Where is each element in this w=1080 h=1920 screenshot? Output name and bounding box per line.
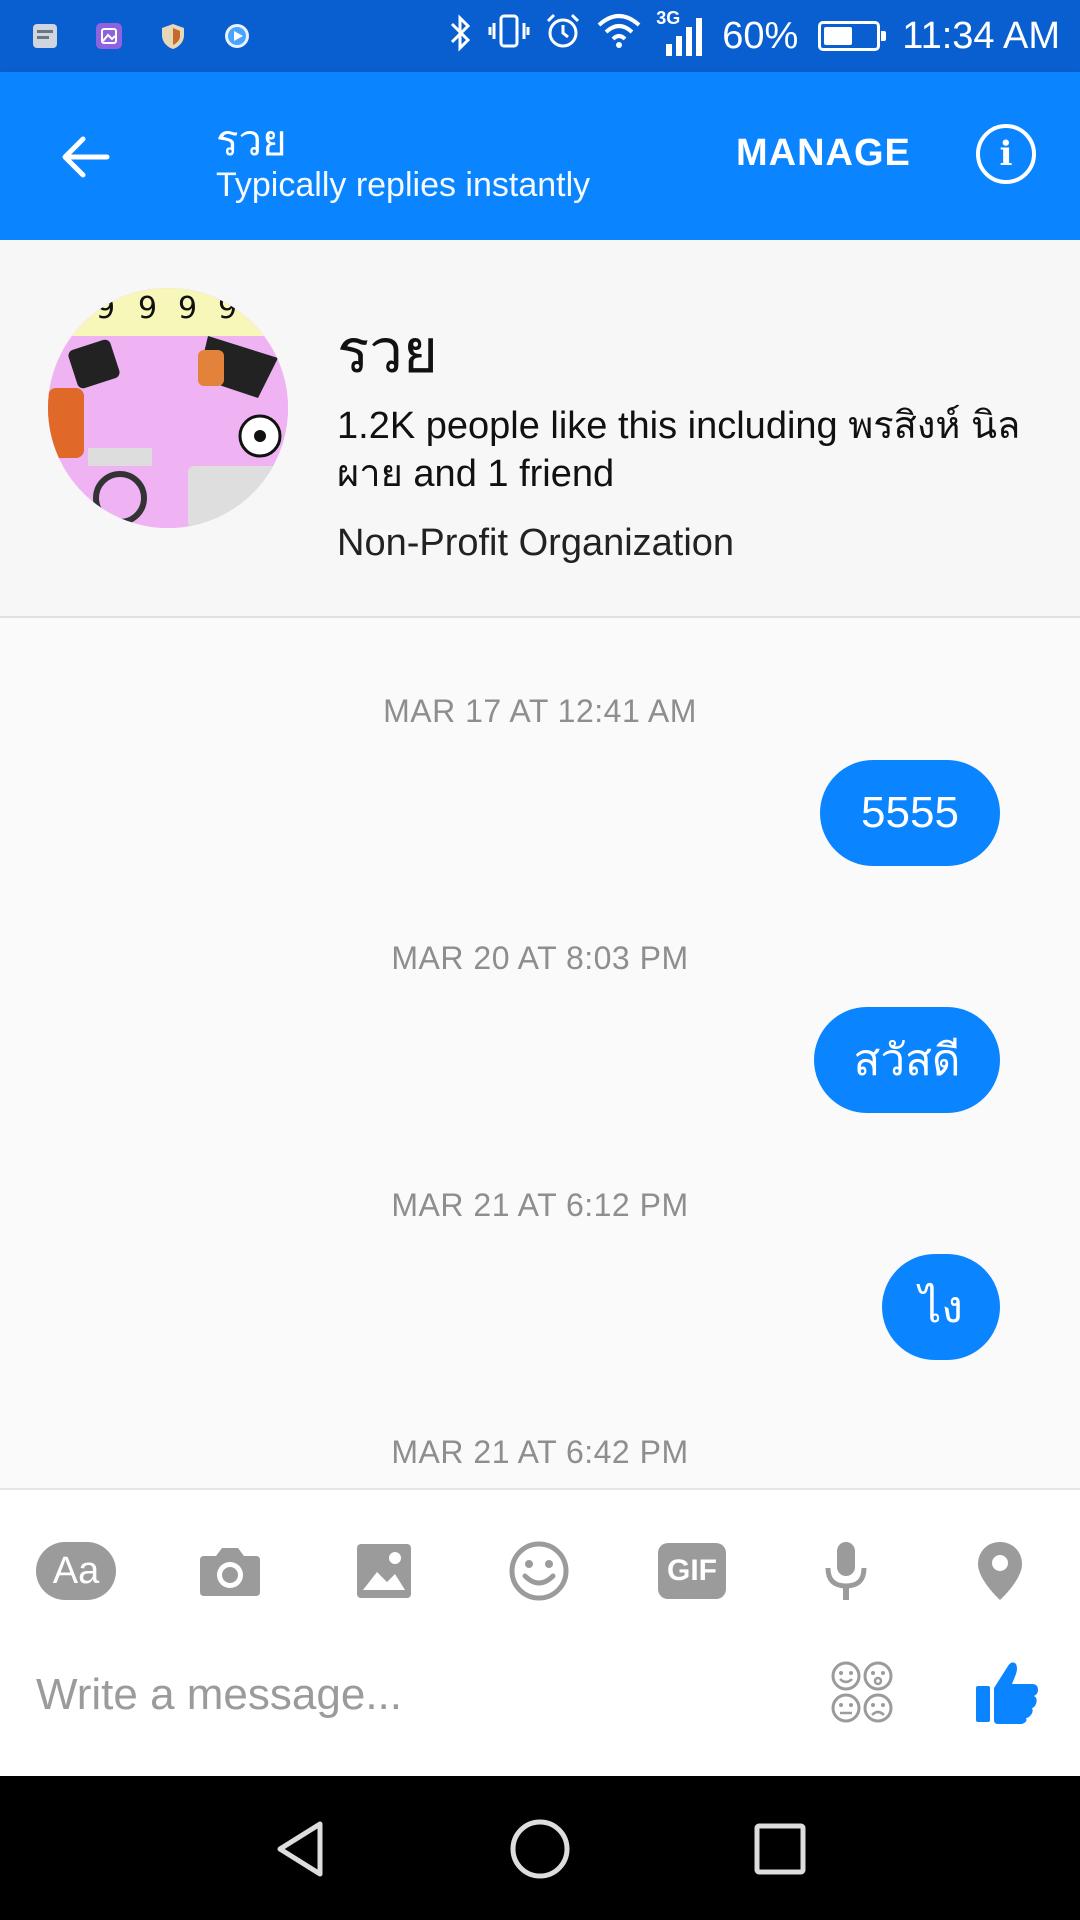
recents-nav-button[interactable]: [747, 1816, 813, 1882]
info-button[interactable]: i: [976, 124, 1036, 184]
cellular-signal-icon: 3G: [656, 8, 708, 58]
vibrate-icon: [488, 13, 530, 59]
avatar-collage-image: 9999: [48, 288, 288, 528]
back-button[interactable]: [50, 122, 120, 192]
message-timestamp: MAR 20 AT 8:03 PM: [391, 940, 689, 976]
gif-label: GIF: [667, 1554, 717, 1587]
likes-summary: 1.2K people like this including พรสิงห์ …: [337, 405, 1021, 495]
emoji-button[interactable]: [499, 1526, 579, 1616]
info-icon: i: [999, 134, 1013, 174]
svg-text:9: 9: [96, 291, 115, 326]
camera-button[interactable]: [190, 1526, 270, 1616]
svg-text:9: 9: [178, 291, 197, 326]
response-time-subtitle: Typically replies instantly: [216, 166, 591, 204]
aa-label: Aa: [52, 1549, 100, 1592]
gif-button[interactable]: GIF: [652, 1526, 732, 1616]
microphone-icon: [825, 1542, 867, 1600]
system-navigation-bar: [0, 1776, 1080, 1920]
alarm-icon: [544, 12, 582, 60]
gif-icon: GIF: [658, 1543, 726, 1599]
clock: 11:34 AM: [902, 14, 1060, 57]
message-timestamp: MAR 17 AT 12:41 AM: [383, 693, 697, 729]
page-category: Non-Profit Organization: [337, 522, 735, 564]
message-bubble[interactable]: 5555: [820, 760, 1000, 866]
manage-button[interactable]: MANAGE: [736, 132, 911, 175]
like-button[interactable]: [972, 1656, 1042, 1726]
message-timestamp: MAR 21 AT 6:42 PM: [391, 1434, 689, 1470]
play-app-icon: [225, 24, 249, 48]
svg-text:9: 9: [218, 291, 237, 326]
location-button[interactable]: [960, 1526, 1040, 1616]
shield-app-icon: [162, 24, 184, 49]
sticker-icon: [831, 1661, 893, 1723]
text-format-button[interactable]: Aa: [36, 1526, 116, 1616]
emoji-icon: [509, 1541, 569, 1601]
notes-app-icon: [33, 24, 57, 48]
back-nav-button[interactable]: [268, 1816, 334, 1882]
circle-home-icon: [510, 1819, 570, 1879]
gallery-app-icon: [96, 23, 122, 49]
message-input[interactable]: Write a message...: [36, 1650, 736, 1740]
image-icon: [357, 1544, 411, 1598]
page-name: รวย: [337, 318, 439, 385]
message-bubble[interactable]: สวัสดี: [814, 1007, 1000, 1113]
stickers-button[interactable]: [830, 1660, 894, 1724]
aa-icon: Aa: [36, 1542, 116, 1600]
location-pin-icon: [978, 1542, 1022, 1600]
home-nav-button[interactable]: [507, 1816, 573, 1882]
message-composer: Aa GIF Write a message...: [0, 1488, 1080, 1776]
battery-level-fill: [824, 27, 852, 45]
page-avatar[interactable]: 9999: [48, 288, 288, 528]
triangle-back-icon: [277, 1821, 323, 1877]
message-timestamp: MAR 21 AT 6:12 PM: [391, 1187, 689, 1223]
conversation-header: รวย Typically replies instantly MANAGE i: [0, 72, 1080, 240]
camera-icon: [200, 1548, 260, 1596]
arrow-left-icon: [62, 136, 110, 178]
square-recents-icon: [754, 1823, 806, 1875]
wifi-icon: [596, 13, 642, 59]
notification-icons: [30, 21, 252, 51]
conversation-title[interactable]: รวย: [216, 108, 287, 174]
voice-button[interactable]: [806, 1526, 886, 1616]
battery-icon: [818, 21, 887, 51]
photo-button[interactable]: [344, 1526, 424, 1616]
status-bar: 3G 60% 11:34 AM: [0, 0, 1080, 72]
svg-text:9: 9: [138, 291, 157, 326]
composer-toolbar: Aa GIF: [0, 1526, 1080, 1616]
page-profile-card: 9999 รวย 1.2K people like this including…: [0, 240, 1080, 618]
bluetooth-icon: [448, 14, 474, 58]
battery-percent: 60%: [722, 14, 799, 57]
message-bubble[interactable]: ไง: [882, 1254, 1000, 1360]
thumbs-up-icon: [976, 1662, 1038, 1724]
system-indicators: 3G 60% 11:34 AM: [448, 8, 1060, 60]
